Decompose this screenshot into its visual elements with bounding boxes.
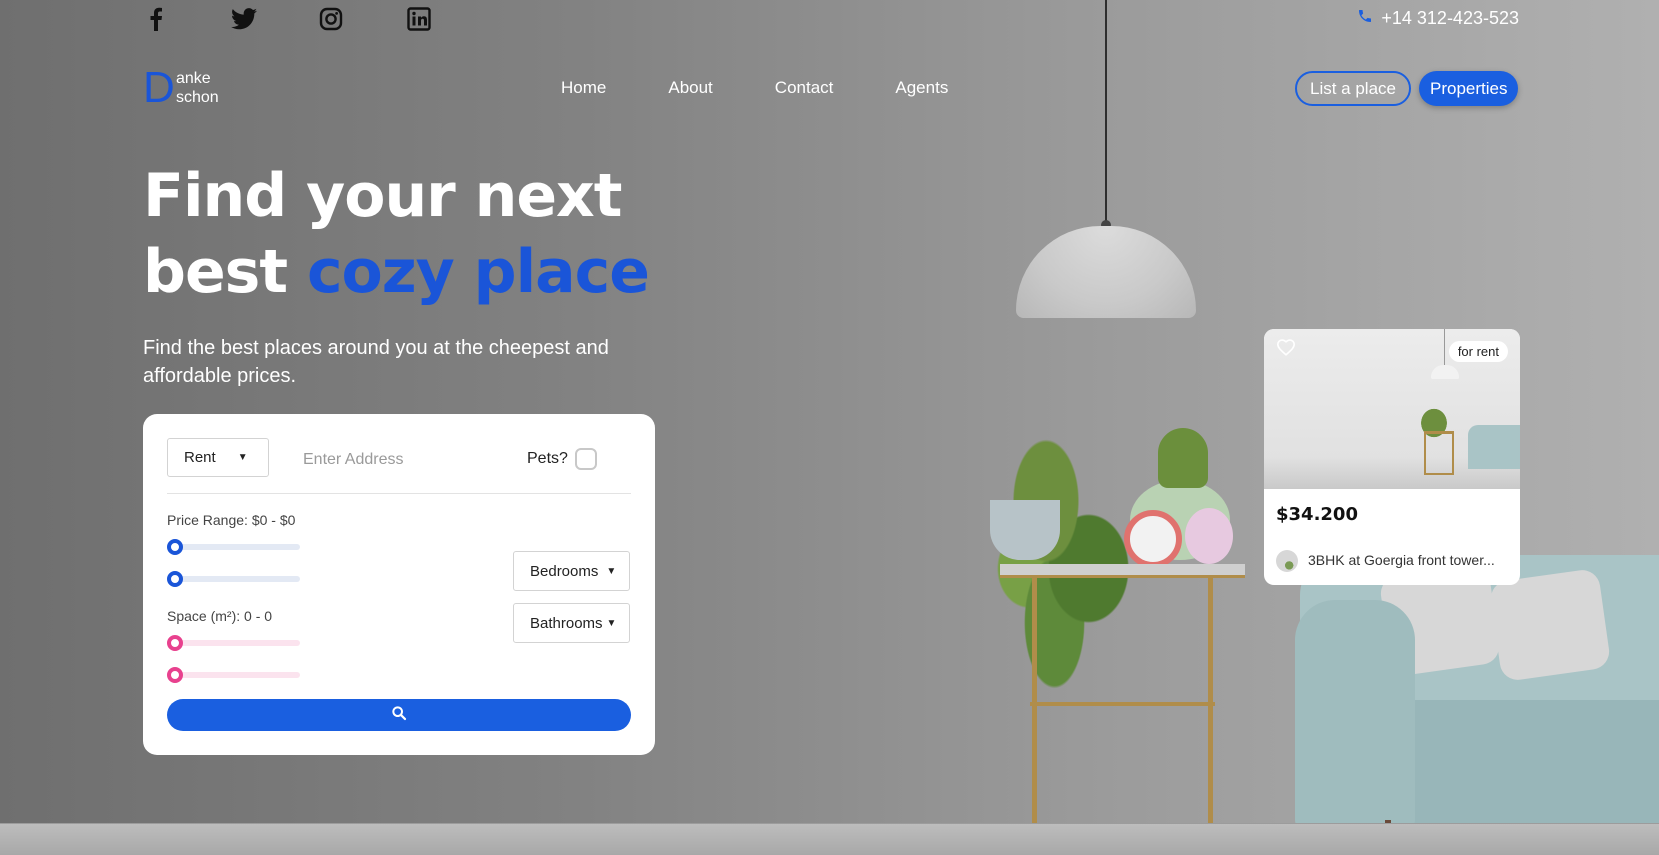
bathrooms-select[interactable]: Bathrooms ▼: [513, 603, 630, 643]
logo[interactable]: D anke schon: [143, 63, 233, 112]
cactus: [1158, 428, 1208, 488]
properties-button[interactable]: Properties: [1419, 71, 1519, 106]
nav-home[interactable]: Home: [561, 78, 606, 98]
phone-icon: [1357, 8, 1373, 29]
divider: [167, 493, 631, 494]
hero-title-accent: cozy place: [306, 237, 650, 307]
chevron-down-icon: ▼: [606, 617, 617, 629]
image-lamp: [1431, 365, 1459, 379]
pets-label: Pets?: [527, 450, 568, 467]
price-max-slider[interactable]: [167, 571, 300, 587]
pets-checkbox[interactable]: [575, 448, 597, 470]
address-input[interactable]: [303, 450, 503, 470]
hero-subtitle: Find the best places around you at the c…: [143, 337, 609, 387]
nav-agents[interactable]: Agents: [895, 78, 948, 98]
main-nav: Home About Contact Agents: [561, 78, 1010, 98]
nav-about[interactable]: About: [668, 78, 712, 98]
side-table-bar: [1030, 702, 1215, 706]
bathrooms-value: Bathrooms: [530, 614, 603, 632]
property-price: $34.200: [1276, 504, 1358, 525]
space-range-label: Space (m²): 0 - 0: [167, 608, 273, 624]
side-table-leg: [1208, 578, 1213, 843]
sofa-seat: [1400, 700, 1659, 830]
search-button[interactable]: [167, 699, 631, 731]
chevron-down-icon: ▼: [237, 452, 248, 463]
lamp-cord: [1105, 0, 1107, 228]
listing-type-select[interactable]: Rent ▼: [167, 438, 269, 477]
sofa-arm: [1295, 600, 1415, 830]
image-lamp-cord: [1444, 329, 1445, 367]
property-card[interactable]: for rent $34.200 3BHK at Goergia front t…: [1264, 329, 1520, 585]
bedrooms-value: Bedrooms: [530, 562, 599, 580]
linkedin-icon[interactable]: [406, 6, 432, 32]
nav-contact[interactable]: Contact: [775, 78, 834, 98]
status-badge: for rent: [1448, 341, 1508, 362]
floor: [0, 823, 1659, 855]
price-max-thumb[interactable]: [167, 571, 183, 587]
vase: [1185, 508, 1233, 564]
chevron-down-icon: ▼: [606, 565, 617, 577]
logo-line1: anke: [176, 70, 211, 87]
price-range-label: Price Range: $0 - $0: [167, 512, 296, 528]
phone-number: +14 312-423-523: [1381, 8, 1519, 28]
hero-title-line1: Find your next: [143, 161, 622, 231]
agent-avatar: [1276, 550, 1298, 572]
price-min-slider[interactable]: [167, 539, 300, 555]
space-max-thumb[interactable]: [167, 667, 183, 683]
space-max-slider[interactable]: [167, 667, 300, 683]
table-clock: [1124, 510, 1182, 568]
phone-contact[interactable]: +14 312-423-523: [1357, 8, 1519, 29]
top-bar: +14 312-423-523: [143, 6, 1519, 34]
space-min-thumb[interactable]: [167, 635, 183, 651]
search-card: Rent ▼ Pets? Price Range: $0 - $0 Space …: [143, 414, 655, 755]
logo-line2: schon: [176, 89, 219, 106]
logo-letter: D: [143, 63, 175, 112]
instagram-icon[interactable]: [318, 6, 344, 32]
side-table-top: [1000, 564, 1245, 578]
facebook-icon[interactable]: [143, 6, 169, 32]
heart-icon[interactable]: [1276, 337, 1296, 361]
image-sofa: [1468, 425, 1520, 469]
twitter-icon[interactable]: [231, 6, 257, 32]
hero-title: Find your next best cozy place: [143, 158, 650, 310]
price-min-thumb[interactable]: [167, 539, 183, 555]
bedrooms-select[interactable]: Bedrooms ▼: [513, 551, 630, 591]
property-location: 3BHK at Goergia front tower...: [1308, 552, 1495, 568]
hero-title-line2: best: [143, 237, 307, 307]
side-table-leg: [1032, 578, 1037, 843]
list-a-place-button[interactable]: List a place: [1295, 71, 1411, 106]
listing-type-value: Rent: [184, 449, 216, 466]
plant-pot: [990, 500, 1060, 560]
image-table: [1424, 431, 1454, 475]
search-icon: [391, 705, 407, 725]
space-min-slider[interactable]: [167, 635, 300, 651]
pendant-lamp: [1016, 226, 1196, 318]
